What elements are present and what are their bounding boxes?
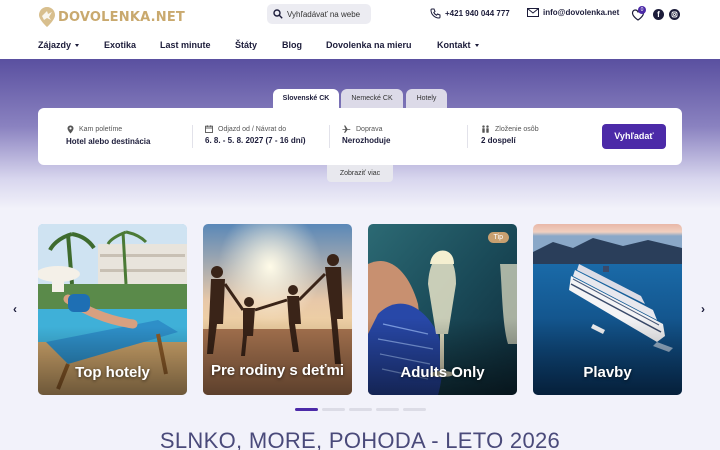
nav-item-last-minute[interactable]: Last minute [160,40,211,50]
phone-icon [430,8,441,19]
travelers-label: Zloženie osôb [495,125,539,133]
phone-link[interactable]: +421 940 044 777 [430,8,510,19]
card-title: Pre rodiny s deťmi [210,362,345,379]
category-card-pre-rodiny[interactable]: Pre rodiny s deťmi [203,224,352,395]
tab-slovenske-ck[interactable]: Slovenské CK [273,89,339,108]
travelers-field[interactable]: Zloženie osôb 2 dospelí [481,125,539,145]
card-title: Adults Only [400,364,485,381]
card-title: Top hotely [75,364,150,381]
nav-item-blog[interactable]: Blog [282,40,302,50]
carousel-dot-5[interactable] [403,408,426,411]
field-divider [329,125,330,148]
transport-label: Doprava [356,125,383,133]
tab-nemecke-ck[interactable]: Nemecké CK [341,89,403,108]
chevron-right-icon[interactable]: › [701,302,705,316]
transport-field[interactable]: Doprava Nerozhoduje [342,125,390,145]
carousel-dot-4[interactable] [376,408,399,411]
main-nav: Zájazdy Exotika Last minute Štáty Blog D… [0,32,720,59]
dates-value: 6. 8. - 5. 8. 2027 (7 - 16 dní) [205,136,306,145]
category-card-top-hotely[interactable]: Top hotely [38,224,187,395]
travelers-value: 2 dospelí [481,136,516,145]
site-logo[interactable]: DOVOLENKA.NET [38,6,185,28]
carousel-dot-2[interactable] [322,408,345,411]
dates-label: Odjazd od / Návrat do [218,125,287,133]
card-title: Plavby [583,364,632,381]
destination-label: Kam poletíme [79,126,123,133]
chevron-down-icon [75,44,80,48]
field-divider [467,125,468,148]
email-address: info@dovolenka.net [543,8,620,17]
transport-value: Nerozhoduje [342,136,391,145]
search-input[interactable] [287,9,367,19]
tab-hotely[interactable]: Hotely [406,89,447,108]
phone-number: +421 940 044 777 [445,9,510,18]
destination-value: Hotel alebo destinácia [66,137,151,146]
facebook-icon[interactable]: f [653,9,664,20]
logo-pin-icon [39,7,55,27]
calendar-icon [205,125,213,133]
chevron-down-icon [474,44,479,48]
nav-item-dovolenka-na-mieru[interactable]: Dovolenka na mieru [326,40,412,50]
location-pin-icon [67,125,74,134]
nav-item-zajazdy[interactable]: Zájazdy [38,40,80,50]
category-card-plavby[interactable]: Plavby [533,224,682,395]
carousel-dot-1[interactable] [295,408,318,411]
instagram-glyph-icon [671,11,678,18]
show-more-button[interactable]: Zobraziť viac [327,165,393,182]
nav-item-exotika[interactable]: Exotika [104,40,136,50]
nav-item-staty[interactable]: Štáty [235,40,257,50]
mail-icon [527,8,539,17]
chevron-left-icon[interactable]: ‹ [13,302,17,316]
instagram-icon[interactable] [669,9,680,20]
favorites-count-badge: 0 [638,6,646,14]
search-icon [273,9,283,19]
destination-field[interactable]: Kam poletíme Hotel alebo destinácia [66,125,151,146]
email-link[interactable]: info@dovolenka.net [527,8,619,17]
top-bar: DOVOLENKA.NET +421 940 044 777 info@dovo… [0,0,720,32]
site-search[interactable] [267,4,371,24]
tip-badge: Tip [487,232,509,243]
search-form: Kam poletíme Hotel alebo destinácia Odja… [38,108,682,165]
plane-icon [342,125,351,133]
search-submit-button[interactable]: Vyhľadať [602,124,666,149]
nav-item-kontakt[interactable]: Kontakt [437,40,479,50]
logo-text: DOVOLENKA.NET [58,9,185,25]
category-card-adults-only[interactable]: Tip Adults Only [368,224,517,395]
dates-field[interactable]: Odjazd od / Návrat do 6. 8. - 5. 8. 2027… [205,125,306,145]
section-heading: SLNKO, MORE, POHODA - LETO 2026 [159,428,561,450]
field-divider [192,125,193,148]
people-icon [482,125,489,133]
carousel-dot-3[interactable] [349,408,372,411]
